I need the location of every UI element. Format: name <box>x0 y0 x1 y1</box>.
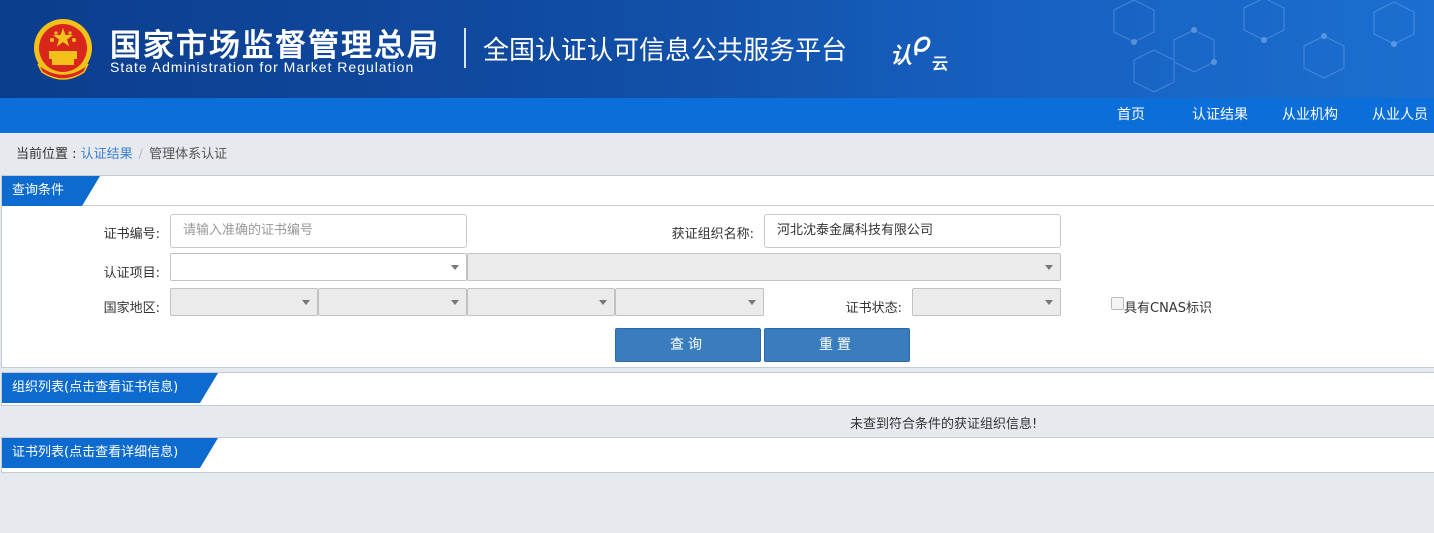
query-panel-title: 查询条件 <box>2 176 100 206</box>
cert-list-panel-title: 证书列表(点击查看详细信息) <box>2 438 218 468</box>
search-button[interactable]: 查询 <box>615 328 761 362</box>
nav-item-cert-results[interactable]: 认证结果 <box>1192 98 1248 133</box>
project-label: 认证项目: <box>103 266 160 281</box>
status-label: 证书状态: <box>845 301 902 316</box>
nav-item-institutions[interactable]: 从业机构 <box>1282 98 1338 133</box>
region-country-select[interactable] <box>170 288 318 316</box>
breadcrumb-separator: / <box>138 147 144 162</box>
chevron-down-icon <box>451 265 459 270</box>
cnas-label: 具有CNAS标识 <box>1124 301 1212 316</box>
org-empty-message: 未查到符合条件的获证组织信息! <box>850 417 1038 432</box>
query-panel-header: 查询条件 <box>2 176 1434 206</box>
nav-item-personnel[interactable]: 从业人员 <box>1372 98 1428 133</box>
cert-no-input[interactable]: 请输入准确的证书编号 <box>170 214 467 248</box>
region-district-select[interactable] <box>615 288 764 316</box>
nav-item-home[interactable]: 首页 <box>1117 98 1145 133</box>
title-divider <box>464 28 466 68</box>
national-emblem-icon <box>34 19 92 80</box>
chevron-down-icon <box>451 300 459 305</box>
platform-title: 全国认证认可信息公共服务平台 <box>483 36 848 66</box>
region-label: 国家地区: <box>103 301 160 316</box>
chevron-down-icon <box>1045 300 1053 305</box>
cert-list-panel: 证书列表(点击查看详细信息) <box>1 437 1434 473</box>
reset-button[interactable]: 重置 <box>764 328 910 362</box>
region-province-select[interactable] <box>318 288 467 316</box>
agency-name-en: State Administration for Market Regulati… <box>110 59 415 75</box>
breadcrumb: 当前位置 : 认证结果 / 管理体系认证 <box>16 143 227 162</box>
chevron-down-icon <box>748 300 756 305</box>
region-city-select[interactable] <box>467 288 615 316</box>
main-nav: 首页 认证结果 从业机构 从业人员 <box>0 98 1434 133</box>
status-select[interactable] <box>912 288 1061 316</box>
site-banner: 国家市场监督管理总局 State Administration for Mark… <box>0 0 1434 98</box>
project-subtype-select[interactable] <box>467 253 1061 281</box>
logo-char-1: 认 <box>890 44 913 69</box>
logo-swirl-icon <box>914 36 931 56</box>
hexagon-pattern-decoration <box>1113 0 1415 93</box>
renzheng-cloud-logo: 认 云 <box>890 30 956 76</box>
breadcrumb-current: 管理体系认证 <box>149 147 228 162</box>
org-name-label: 获证组织名称: <box>671 227 754 242</box>
chevron-down-icon <box>1045 265 1053 270</box>
cert-no-label: 证书编号: <box>103 227 160 242</box>
project-select[interactable] <box>170 253 467 281</box>
chevron-down-icon <box>302 300 310 305</box>
org-name-input[interactable]: 河北沈泰金属科技有限公司 <box>764 214 1061 248</box>
cnas-checkbox[interactable] <box>1111 297 1124 310</box>
org-list-panel-header: 组织列表(点击查看证书信息) <box>2 373 1434 403</box>
chevron-down-icon <box>599 300 607 305</box>
cert-list-panel-header: 证书列表(点击查看详细信息) <box>2 438 1434 468</box>
org-list-panel-title: 组织列表(点击查看证书信息) <box>2 373 218 403</box>
logo-char-2: 云 <box>932 54 949 73</box>
breadcrumb-prefix: 当前位置 : <box>16 147 81 162</box>
org-list-panel: 组织列表(点击查看证书信息) <box>1 372 1434 406</box>
breadcrumb-link-cert-results[interactable]: 认证结果 <box>81 147 133 162</box>
